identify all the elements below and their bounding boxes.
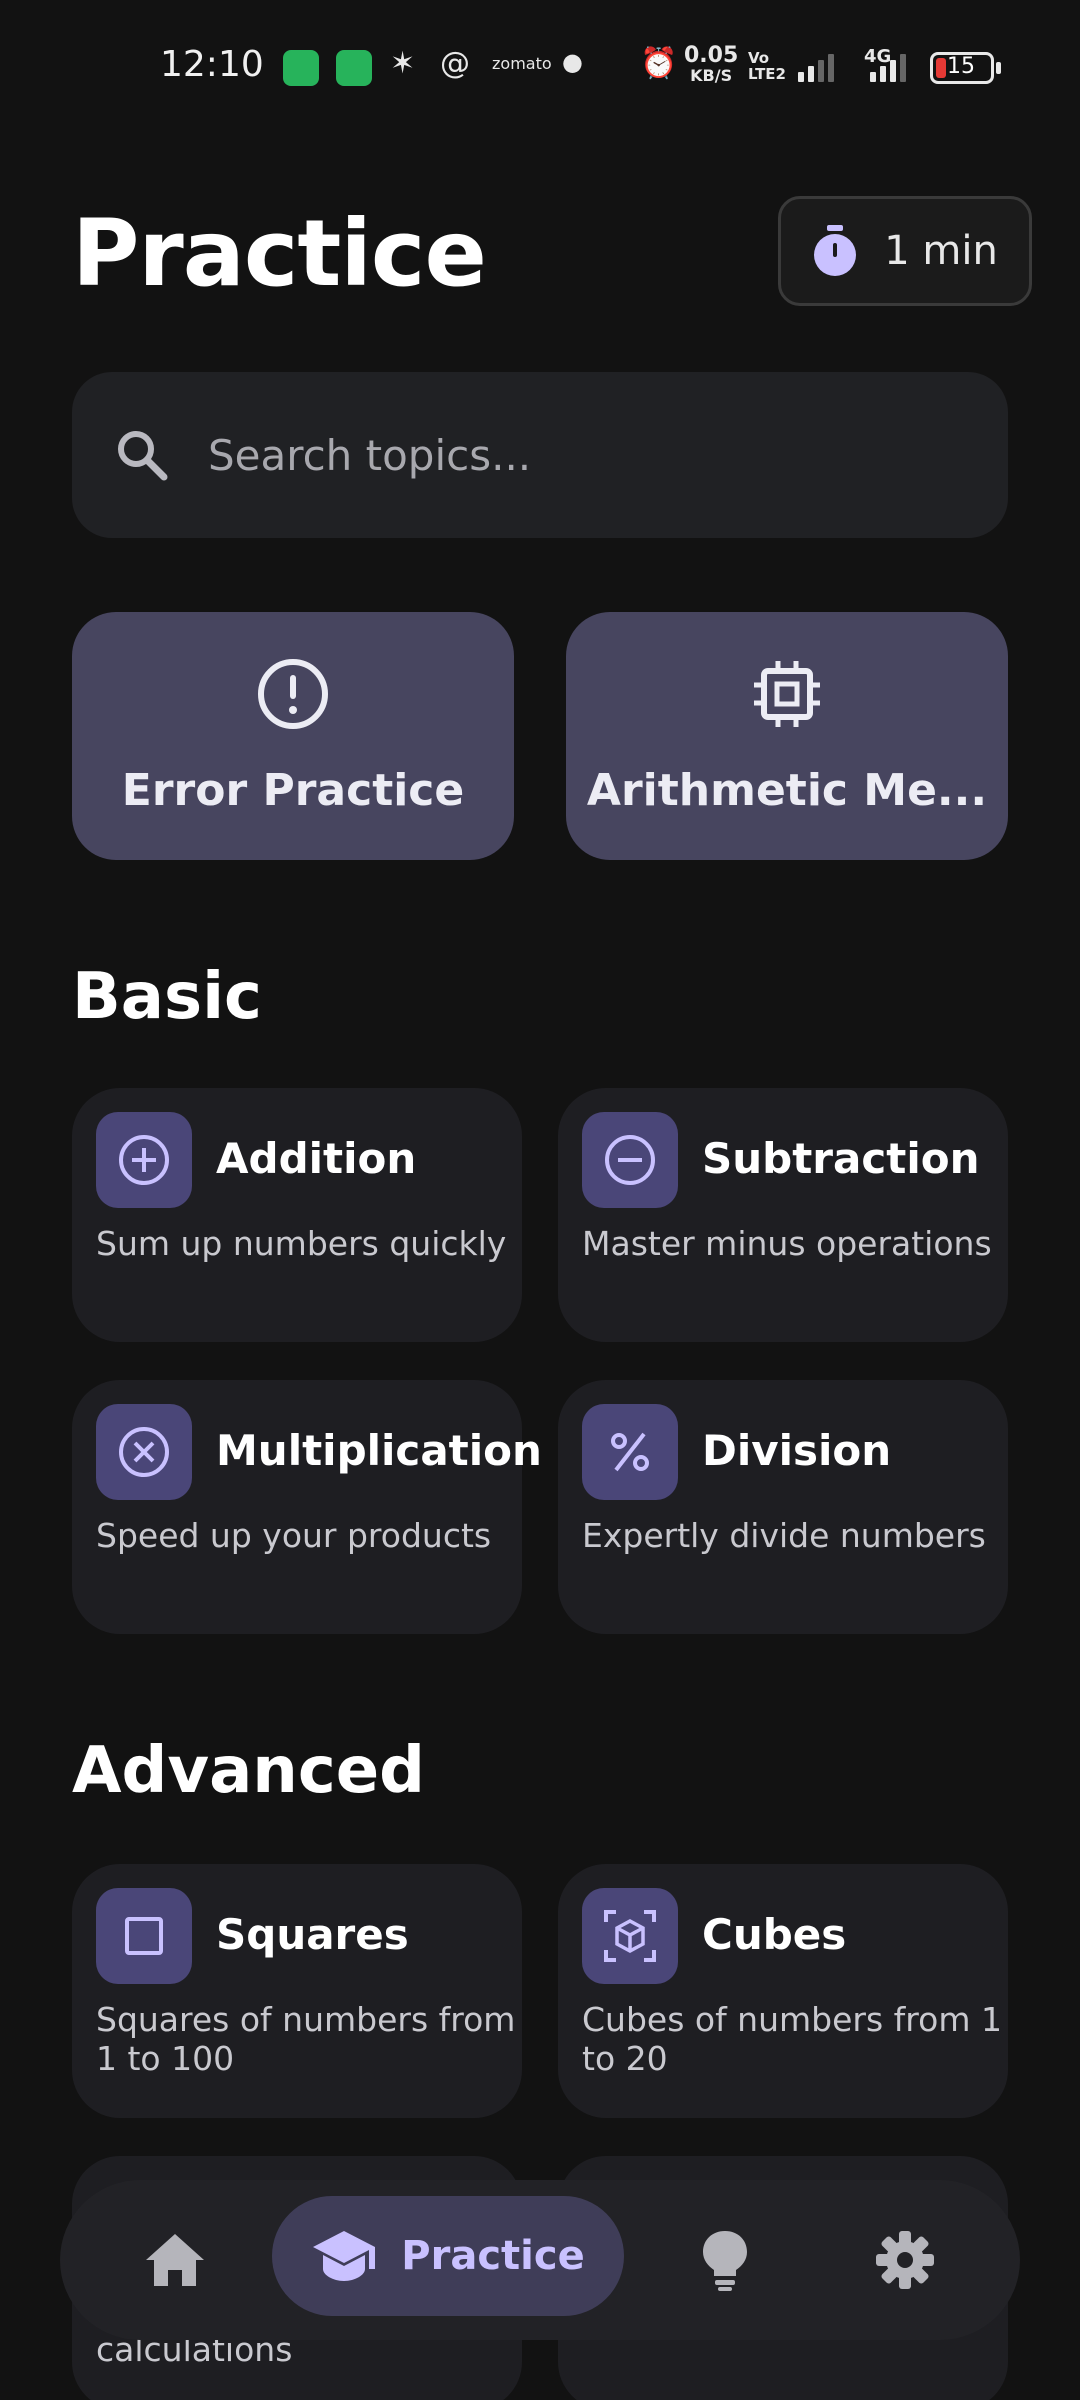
square-icon	[96, 1888, 192, 1984]
graduation-cap-icon	[313, 2231, 376, 2281]
speed-unit: KB/S	[690, 66, 733, 85]
section-title-advanced: Advanced	[72, 1734, 425, 1808]
search-input[interactable]	[208, 430, 908, 480]
lightbulb-icon	[703, 2231, 747, 2291]
battery-tip	[996, 62, 1001, 74]
topic-title: Subtraction	[702, 1134, 980, 1183]
topic-card-subtraction[interactable]: Subtraction Master minus operations	[558, 1088, 1008, 1342]
sparkle-icon: ✶	[390, 46, 416, 81]
minus-circle-icon	[582, 1112, 678, 1208]
volte-label: Vo LTE2	[748, 49, 786, 83]
battery-icon: 15	[930, 52, 994, 84]
topic-title: Cubes	[702, 1910, 847, 1959]
signal-icon-2	[870, 52, 906, 82]
topic-description: Cubes of numbers from 1 to 20	[582, 2000, 1002, 2078]
dot-icon: ●	[562, 48, 583, 76]
error-practice-label: Error Practice	[121, 764, 465, 816]
nav-settings[interactable]	[840, 2180, 970, 2340]
topic-card-multiplication[interactable]: Multiplication Speed up your products	[72, 1380, 542, 1634]
topic-description: Master minus operations	[582, 1224, 992, 1263]
topic-description: Expertly divide numbers	[582, 1516, 986, 1555]
topic-title: Multiplication	[216, 1426, 542, 1475]
percent-icon	[582, 1404, 678, 1500]
page-title: Practice	[72, 200, 487, 307]
shield-app-icon	[336, 50, 372, 86]
topic-card-cubes[interactable]: Cubes Cubes of numbers from 1 to 20	[558, 1864, 1008, 2118]
settings-gear-icon	[876, 2231, 934, 2289]
nav-practice[interactable]: Practice	[272, 2196, 624, 2316]
topic-title: Addition	[216, 1134, 417, 1183]
plus-circle-icon	[96, 1112, 192, 1208]
home-icon	[146, 2234, 204, 2286]
status-time: 12:10	[160, 44, 264, 85]
alarm-icon: ⏰	[640, 46, 678, 81]
topic-description: Speed up your products	[96, 1516, 492, 1555]
arithmetic-memory-button[interactable]: Arithmetic Me...	[566, 612, 1008, 860]
topic-description: Sum up numbers quickly	[96, 1224, 507, 1263]
section-title-basic: Basic	[72, 960, 262, 1034]
battery-level: 15	[947, 54, 975, 79]
nav-home[interactable]	[110, 2180, 240, 2340]
timer-label: 1 min	[884, 228, 998, 274]
status-bar: 12:10 ✶ @ zomato ● ⏰ 0.05 KB/S Vo LTE2 4…	[0, 0, 1080, 140]
alert-circle-icon	[258, 658, 328, 729]
speed-value: 0.05	[684, 43, 739, 68]
zomato-icon: zomato	[492, 54, 552, 73]
topic-description: Squares of numbers from 1 to 100	[96, 2000, 516, 2078]
battery-saver-icon	[283, 50, 319, 86]
threads-icon: @	[440, 46, 470, 81]
signal-icon	[798, 52, 834, 82]
arithmetic-memory-label: Arithmetic Me...	[586, 764, 988, 816]
stopwatch-icon	[814, 225, 857, 276]
topic-title: Squares	[216, 1910, 409, 1959]
topic-card-addition[interactable]: Addition Sum up numbers quickly	[72, 1088, 522, 1342]
timer-button[interactable]: 1 min	[778, 196, 1032, 306]
topic-title: Division	[702, 1426, 892, 1475]
topic-card-squares[interactable]: Squares Squares of numbers from 1 to 100	[72, 1864, 522, 2118]
nav-tips[interactable]	[660, 2180, 790, 2340]
search-bar[interactable]	[72, 372, 1008, 538]
nav-practice-label: Practice	[401, 2233, 585, 2279]
network-speed: 0.05 KB/S	[684, 43, 739, 86]
bottom-navigation: Practice	[60, 2180, 1020, 2340]
chip-icon	[754, 660, 820, 727]
cube-icon	[582, 1888, 678, 1984]
times-circle-icon	[96, 1404, 192, 1500]
search-icon	[118, 431, 168, 481]
error-practice-button[interactable]: Error Practice	[72, 612, 514, 860]
topic-card-division[interactable]: Division Expertly divide numbers	[558, 1380, 1008, 1634]
